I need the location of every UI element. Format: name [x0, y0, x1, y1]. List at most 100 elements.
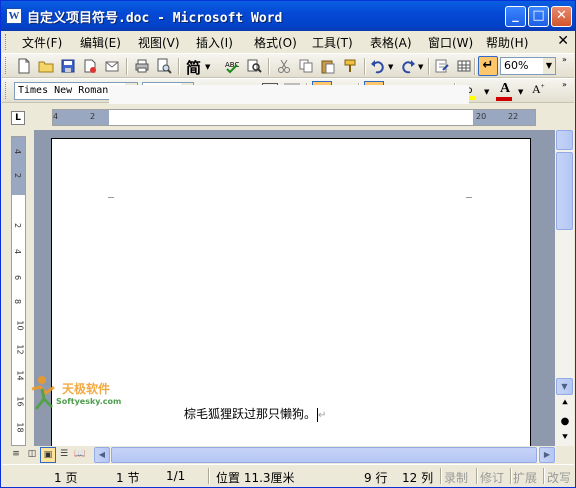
previous-page-button[interactable]: ⯅ [558, 398, 572, 409]
close-document-icon[interactable]: ✕ [557, 33, 569, 49]
zoom-value: 60% [504, 59, 529, 72]
menu-help[interactable]: 帮助(H) [486, 34, 528, 51]
toolbar-grip[interactable] [5, 57, 9, 74]
print-preview-icon[interactable] [156, 58, 172, 74]
email-icon[interactable] [104, 58, 120, 74]
window-title: 自定义项目符号.doc - Microsoft Word [27, 11, 283, 26]
undo-icon[interactable] [370, 58, 386, 74]
ruler-number: 22 [508, 112, 519, 121]
word-app-icon[interactable]: W [6, 8, 22, 24]
toolbar-separator [364, 58, 366, 75]
ruler-top-margin [12, 137, 25, 195]
ruler-number: 14 [15, 370, 25, 381]
ruler-number: 4 [13, 248, 23, 255]
format-painter-icon[interactable] [342, 58, 358, 74]
research-icon[interactable] [246, 58, 262, 74]
standard-toolbar: 简 ▼ ABC ▼ ▼ ↵ 60% ▼ » [2, 53, 574, 78]
simplified-chinese-button[interactable]: 简 [186, 57, 204, 77]
menu-grip[interactable] [5, 34, 9, 50]
ruler-row: L 4 2 20 22 [2, 104, 574, 130]
permission-icon[interactable] [82, 58, 98, 74]
show-hide-icon[interactable]: ↵ [478, 56, 498, 76]
minimize-button[interactable]: _ [505, 6, 526, 27]
chevron-down-icon[interactable]: ▼ [205, 63, 210, 71]
scroll-thumb[interactable] [556, 152, 573, 230]
vertical-scrollbar[interactable]: ▼ ⯅ ● ⯆ [555, 130, 574, 446]
horizontal-scrollbar[interactable]: ◀ ▶ [94, 447, 556, 463]
status-position: 位置 11.3厘米 [216, 471, 295, 485]
ruler-number: 2 [90, 112, 96, 121]
reading-layout-view-icon[interactable]: 📖 [72, 447, 88, 463]
scroll-down-button[interactable]: ▼ [556, 378, 573, 395]
chevron-down-icon[interactable]: ▼ [484, 88, 489, 96]
status-page: 1 页 [54, 471, 78, 485]
outline-view-icon[interactable]: ☰ [56, 447, 72, 463]
close-button[interactable]: ✕ [551, 6, 572, 27]
print-icon[interactable] [134, 58, 150, 74]
toolbar-separator [474, 58, 476, 75]
font-color-bar [496, 97, 512, 101]
watermark-cn-text: 天极软件 [62, 382, 111, 396]
menu-edit[interactable]: 编辑(E) [80, 34, 121, 51]
save-icon[interactable] [60, 58, 76, 74]
scroll-left-button[interactable]: ◀ [94, 447, 110, 463]
word-window: W 自定义项目符号.doc - Microsoft Word _ □ ✕ 文件(… [0, 0, 576, 488]
toolbar-separator [178, 58, 180, 75]
scroll-top-thumb[interactable] [556, 130, 573, 150]
toolbar-options-icon[interactable]: » [562, 55, 567, 64]
status-ext[interactable]: 扩展 [513, 469, 537, 486]
chevron-down-icon[interactable]: ▼ [418, 63, 423, 71]
status-rec[interactable]: 录制 [444, 469, 468, 486]
status-separator [543, 468, 545, 484]
grow-font-icon[interactable]: A+ [532, 82, 548, 98]
insert-hyperlink-icon[interactable] [434, 58, 450, 74]
status-ovr[interactable]: 改写 [547, 469, 573, 486]
horizontal-ruler[interactable]: 4 2 20 22 [52, 109, 536, 126]
status-trk[interactable]: 修订 [480, 469, 504, 486]
maximize-button[interactable]: □ [528, 6, 549, 27]
menu-window[interactable]: 窗口(W) [428, 34, 473, 51]
next-page-button[interactable]: ⯆ [558, 432, 572, 443]
title-bar[interactable]: W 自定义项目符号.doc - Microsoft Word _ □ ✕ [1, 1, 575, 31]
menu-view[interactable]: 视图(V) [138, 34, 180, 51]
select-browse-object-button[interactable]: ● [558, 416, 572, 427]
paste-icon[interactable] [320, 58, 336, 74]
toolbar-separator [428, 58, 430, 75]
ruler-number: 6 [13, 274, 23, 281]
cut-icon[interactable] [276, 58, 292, 74]
new-doc-icon[interactable] [16, 58, 32, 74]
copy-icon[interactable] [298, 58, 314, 74]
tab-selector[interactable]: L [11, 111, 25, 125]
chevron-down-icon[interactable]: ▼ [543, 58, 555, 74]
menu-format[interactable]: 格式(O) [254, 34, 297, 51]
menu-insert[interactable]: 插入(I) [196, 34, 233, 51]
chevron-down-icon[interactable]: ▼ [518, 88, 523, 96]
web-layout-view-icon[interactable]: ◫ [24, 447, 40, 463]
scroll-right-button[interactable]: ▶ [539, 447, 555, 463]
status-column: 12 列 [402, 471, 434, 485]
ruler-number: 2 [13, 222, 23, 229]
horizontal-scroll-thumb[interactable] [111, 447, 537, 463]
chevron-down-icon[interactable]: ▼ [388, 63, 393, 71]
toolbar-options-icon[interactable]: » [562, 80, 567, 89]
menu-table[interactable]: 表格(A) [370, 34, 412, 51]
menu-tools[interactable]: 工具(T) [312, 34, 353, 51]
print-layout-view-icon[interactable]: ▣ [40, 447, 56, 463]
status-separator [510, 468, 512, 484]
zoom-combo[interactable]: 60% ▼ [500, 57, 556, 75]
toolbar-separator [268, 58, 270, 75]
ruler-number: 4 [13, 148, 23, 155]
crop-mark [466, 197, 472, 198]
font-color-icon[interactable]: A [496, 81, 514, 101]
vertical-ruler[interactable]: 4 2 2 4 6 8 10 12 14 16 18 [11, 136, 26, 446]
open-folder-icon[interactable] [38, 58, 54, 74]
document-text[interactable]: 棕毛狐狸跃过那只懒狗。 ↵ [184, 405, 326, 422]
tables-borders-icon[interactable] [456, 58, 472, 74]
menu-file[interactable]: 文件(F) [22, 34, 62, 51]
toolbar-grip[interactable] [5, 82, 9, 99]
ruler-number: 10 [15, 320, 25, 331]
view-and-hscroll-row: ≡ ◫ ▣ ☰ 📖 ◀ ▶ [2, 446, 574, 464]
redo-icon[interactable] [400, 58, 416, 74]
spelling-icon[interactable]: ABC [224, 58, 240, 74]
normal-view-icon[interactable]: ≡ [8, 447, 24, 463]
